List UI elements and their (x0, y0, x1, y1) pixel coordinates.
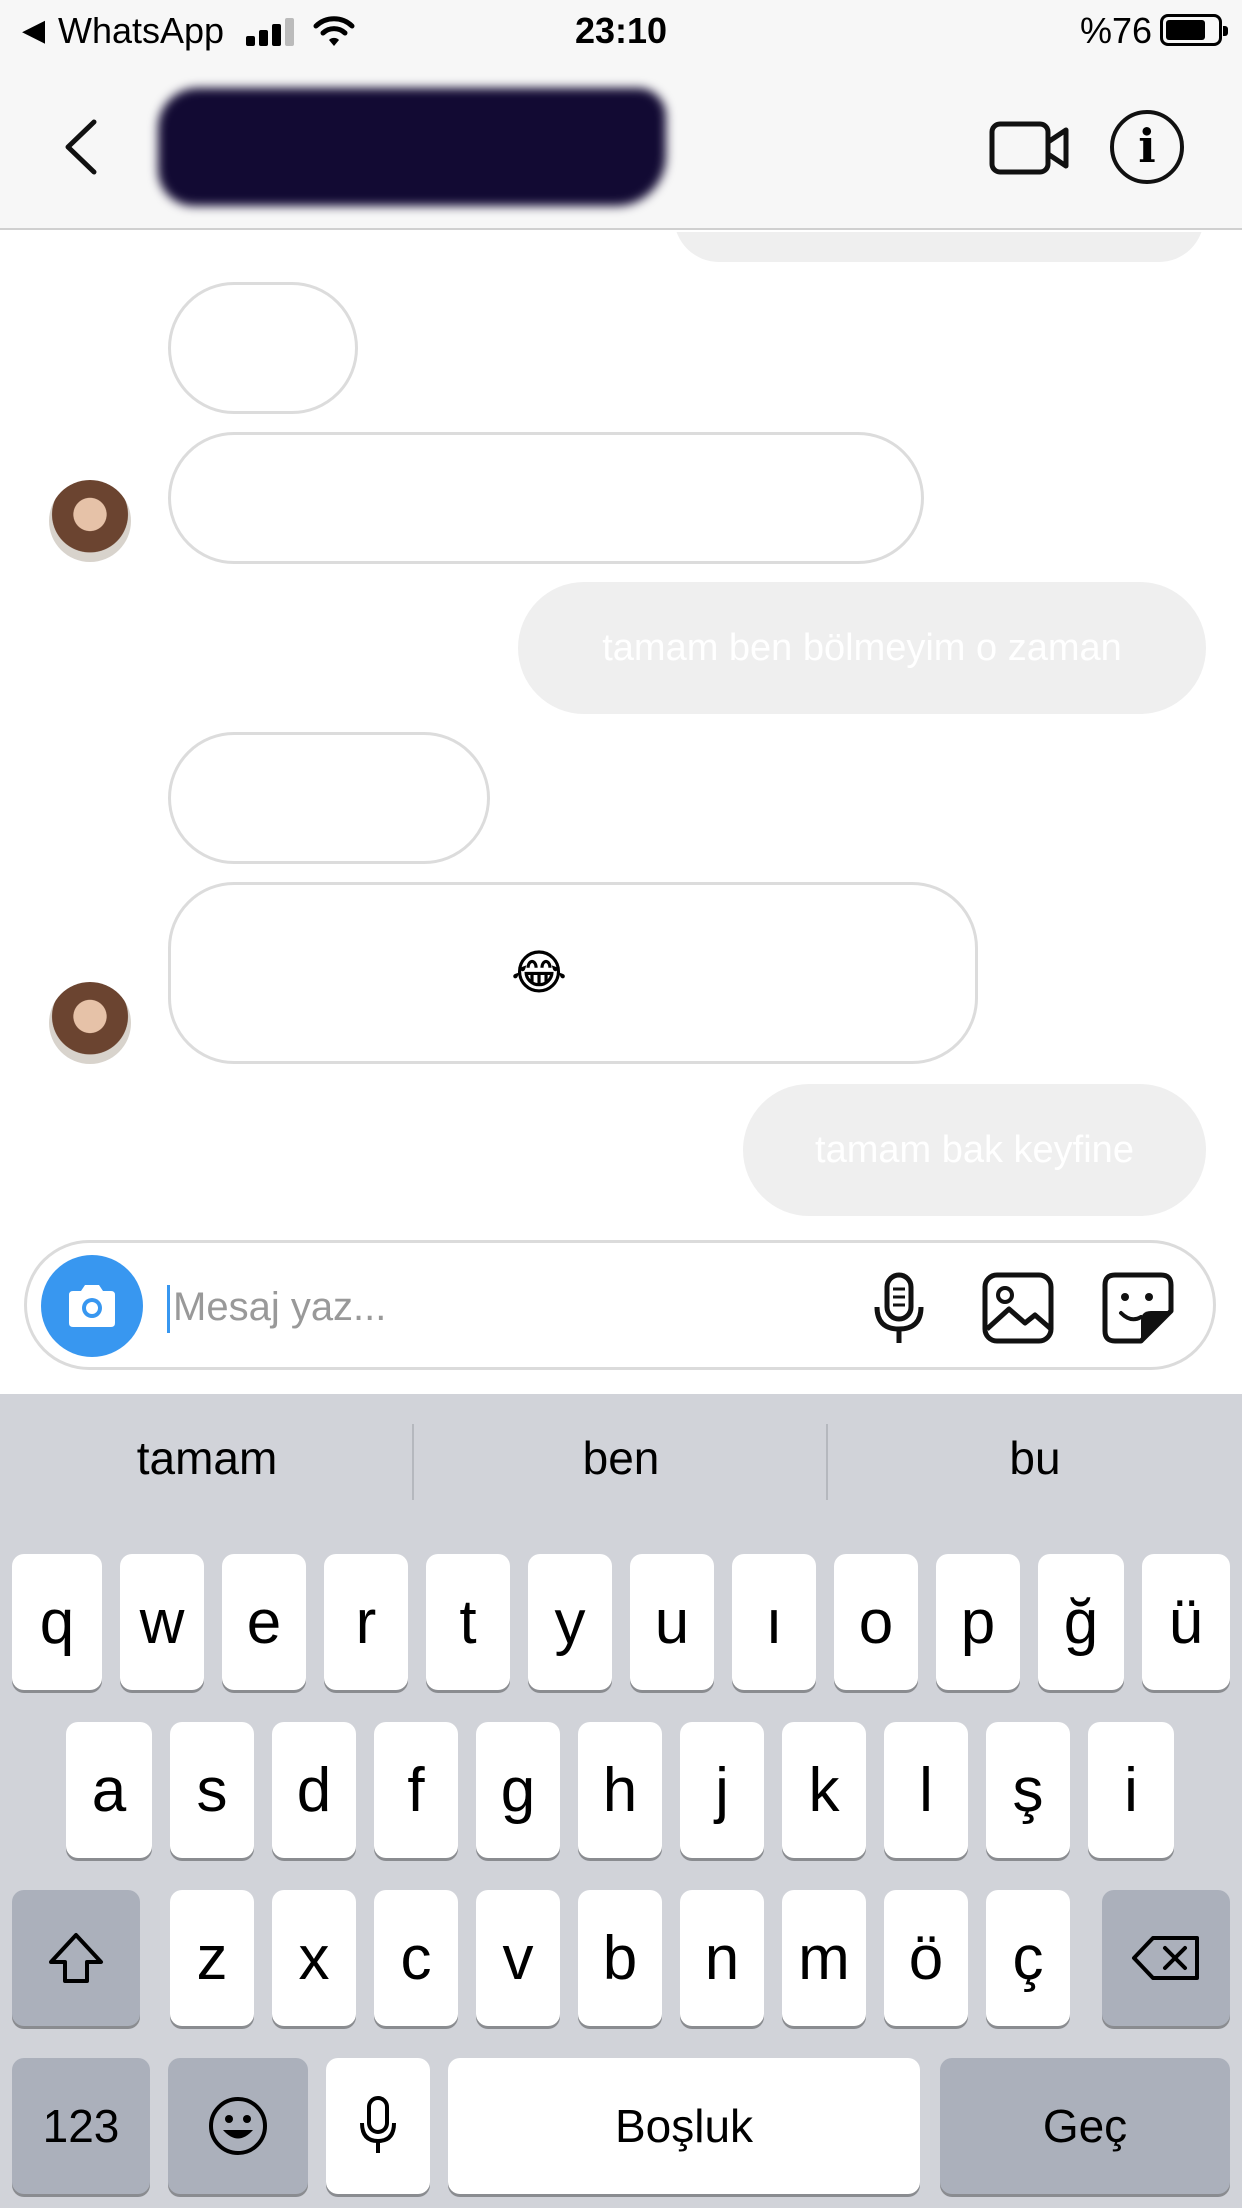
key[interactable]: n (680, 1890, 764, 2026)
contact-avatar[interactable] (49, 982, 131, 1064)
key[interactable]: ö (884, 1890, 968, 2026)
backspace-key[interactable] (1102, 1890, 1230, 2026)
numbers-key[interactable]: 123 (12, 2058, 150, 2194)
status-time: 23:10 (574, 10, 668, 51)
key[interactable]: ı (732, 1554, 816, 1690)
info-icon[interactable]: i (1110, 110, 1184, 184)
key[interactable]: g (476, 1722, 560, 1858)
laughing-emoji: 😂 (511, 947, 568, 1000)
message-composer (24, 1240, 1216, 1370)
dictation-icon (360, 2096, 396, 2153)
key[interactable]: p (936, 1554, 1020, 1690)
message-outgoing[interactable]: tamam bak keyfine (743, 1084, 1206, 1216)
key[interactable]: m (782, 1890, 866, 2026)
key[interactable]: l (884, 1722, 968, 1858)
message-outgoing[interactable]: tamam ben bölmeyim o zaman (518, 582, 1206, 714)
key[interactable]: e (222, 1554, 306, 1690)
key[interactable]: j (680, 1722, 764, 1858)
key[interactable]: h (578, 1722, 662, 1858)
key[interactable]: d (272, 1722, 356, 1858)
message-incoming[interactable] (168, 732, 490, 864)
status-bar: ◀ WhatsApp 23:10 %76 (0, 0, 1242, 64)
back-arrow-icon[interactable] (48, 112, 118, 182)
key[interactable]: ğ (1038, 1554, 1124, 1690)
emoji-key[interactable] (168, 2058, 308, 2194)
key[interactable]: o (834, 1554, 918, 1690)
space-key[interactable]: Boşluk (448, 2058, 920, 2194)
message-incoming[interactable] (168, 282, 358, 414)
return-key[interactable]: Geç (940, 2058, 1230, 2194)
key[interactable]: q (12, 1554, 102, 1690)
contact-avatar[interactable] (49, 480, 131, 562)
key[interactable]: t (426, 1554, 510, 1690)
key[interactable]: ü (1142, 1554, 1230, 1690)
battery-percent: %76 (1079, 10, 1152, 51)
redacted-contact-name[interactable] (158, 88, 666, 206)
key[interactable]: a (66, 1722, 152, 1858)
suggestion-2[interactable]: ben (414, 1418, 828, 1498)
camera-button[interactable] (41, 1255, 143, 1357)
message-outgoing[interactable] (674, 232, 1204, 262)
backspace-icon (1132, 1936, 1199, 1980)
key[interactable]: z (170, 1890, 254, 2026)
video-call-icon[interactable] (988, 112, 1070, 182)
emoji-icon (209, 2097, 267, 2155)
gallery-icon[interactable] (981, 1271, 1055, 1345)
keyboard: tamam ben bu q w e r t y u ı o p ğ ü a s… (0, 1394, 1242, 2208)
camera-icon (69, 1285, 115, 1327)
key[interactable]: u (630, 1554, 714, 1690)
key[interactable]: k (782, 1722, 866, 1858)
shift-key[interactable] (12, 1890, 140, 2026)
shift-icon (49, 1933, 103, 1983)
key[interactable]: y (528, 1554, 612, 1690)
key[interactable]: w (120, 1554, 204, 1690)
message-input[interactable] (173, 1273, 733, 1341)
battery-icon (1160, 14, 1228, 46)
sticker-icon[interactable] (1101, 1271, 1175, 1345)
message-incoming[interactable] (168, 432, 924, 564)
key[interactable]: b (578, 1890, 662, 2026)
key[interactable]: c (374, 1890, 458, 2026)
key[interactable]: i (1088, 1722, 1174, 1858)
chat-header: i (0, 64, 1242, 230)
key[interactable]: v (476, 1890, 560, 2026)
key[interactable]: ç (986, 1890, 1070, 2026)
suggestion-3[interactable]: bu (828, 1418, 1242, 1498)
text-cursor (167, 1285, 170, 1333)
dictation-key[interactable] (326, 2058, 430, 2194)
suggestion-1[interactable]: tamam (0, 1418, 414, 1498)
key[interactable]: s (170, 1722, 254, 1858)
key[interactable]: x (272, 1890, 356, 2026)
message-incoming[interactable]: 😂 (168, 882, 978, 1064)
key[interactable]: f (374, 1722, 458, 1858)
microphone-icon[interactable] (869, 1271, 929, 1347)
key[interactable]: r (324, 1554, 408, 1690)
key[interactable]: ş (986, 1722, 1070, 1858)
message-list[interactable]: tamam ben bölmeyim o zaman 😂 tamam bak k… (0, 232, 1242, 1224)
